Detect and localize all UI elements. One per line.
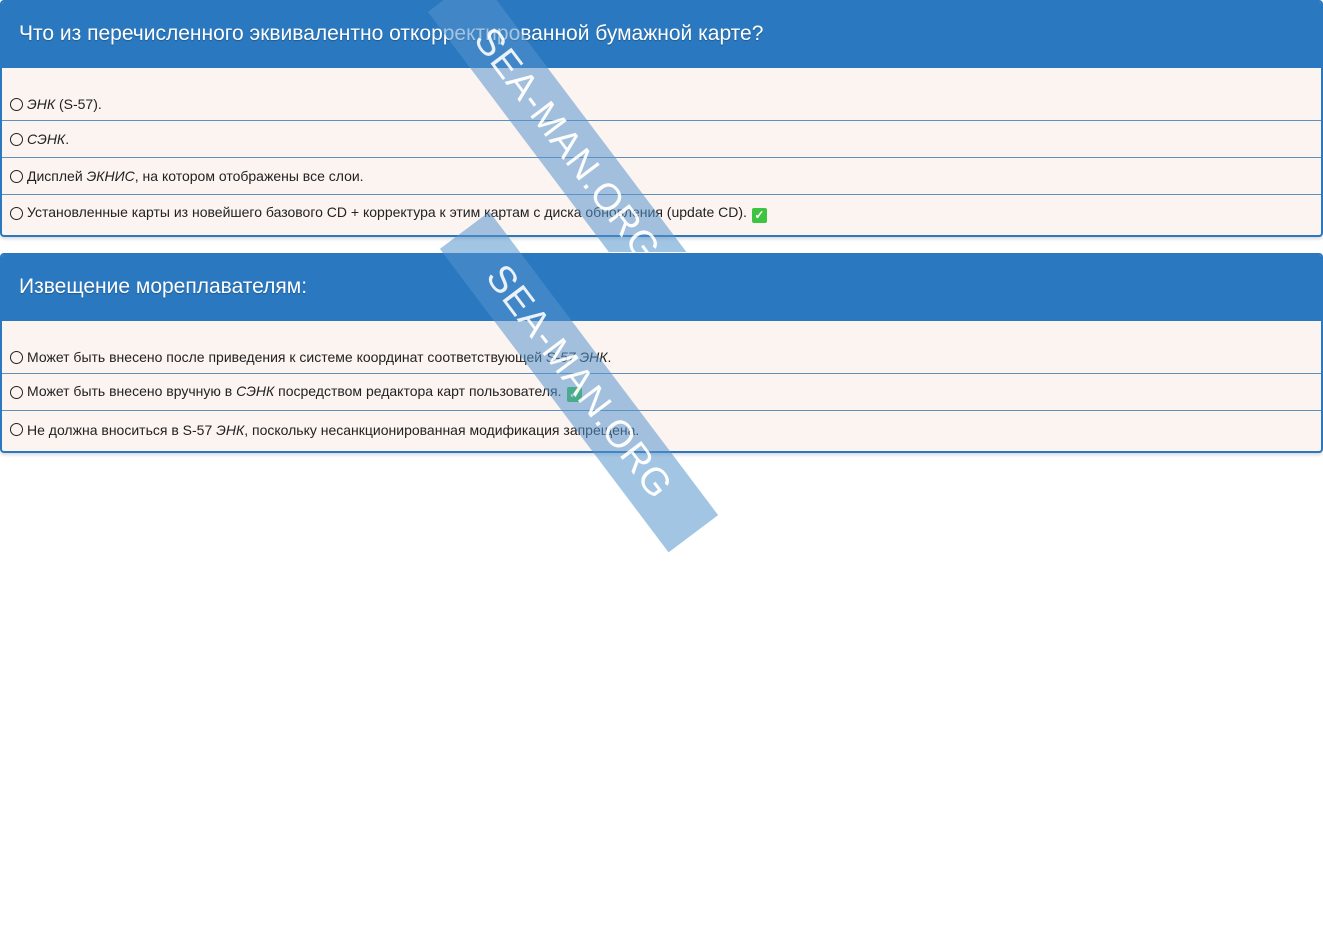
answer-option-2-2[interactable]: Может быть внесено вручную в СЭНК посред… [2,374,1321,411]
answer-option-2-1[interactable]: Может быть внесено после приведения к си… [2,335,1321,374]
answer-option-2-3[interactable]: Не должна вноситься в S-57 ЭНК, поскольк… [2,411,1321,448]
answer-text: Не должна вноситься в S-57 ЭНК, поскольк… [27,421,640,438]
answer-text: СЭНК. [27,131,70,147]
answers-list-1: ЭНК (S-57). СЭНК. Дисплей ЭКНИС, на кото… [2,68,1321,232]
answer-text: Может быть внесено вручную в СЭНК посред… [27,383,582,402]
question-title-1: Что из перечисленного эквивалентно откор… [2,2,1321,68]
radio-circle-icon[interactable] [10,385,23,399]
answer-text: Дисплей ЭКНИС, на котором отображены все… [27,168,364,184]
radio-circle-icon[interactable] [10,132,23,146]
answer-option-1-1[interactable]: ЭНК (S-57). [2,82,1321,121]
answer-text: Может быть внесено после приведения к си… [27,349,612,365]
radio-circle-icon[interactable] [10,169,23,183]
radio-circle-icon[interactable] [10,423,23,436]
question-panel-2: Извещение мореплавателям: Может быть вне… [0,253,1323,453]
answer-option-1-2[interactable]: СЭНК. [2,121,1321,158]
question-title-2: Извещение мореплавателям: [2,255,1321,321]
answers-list-2: Может быть внесено после приведения к си… [2,321,1321,448]
answer-option-1-3[interactable]: Дисплей ЭКНИС, на котором отображены все… [2,158,1321,195]
radio-circle-icon[interactable] [10,207,23,220]
question-panel-1: Что из перечисленного эквивалентно откор… [0,0,1323,237]
check-mark-icon: ✓ [566,386,582,402]
answer-text: ЭНК (S-57). [27,96,102,112]
radio-circle-icon[interactable] [10,350,23,364]
answer-text: Установленные карты из новейшего базовог… [27,204,767,223]
radio-circle-icon[interactable] [10,97,23,111]
check-mark-icon: ✓ [751,208,767,223]
answer-option-1-4[interactable]: Установленные карты из новейшего базовог… [2,195,1321,232]
